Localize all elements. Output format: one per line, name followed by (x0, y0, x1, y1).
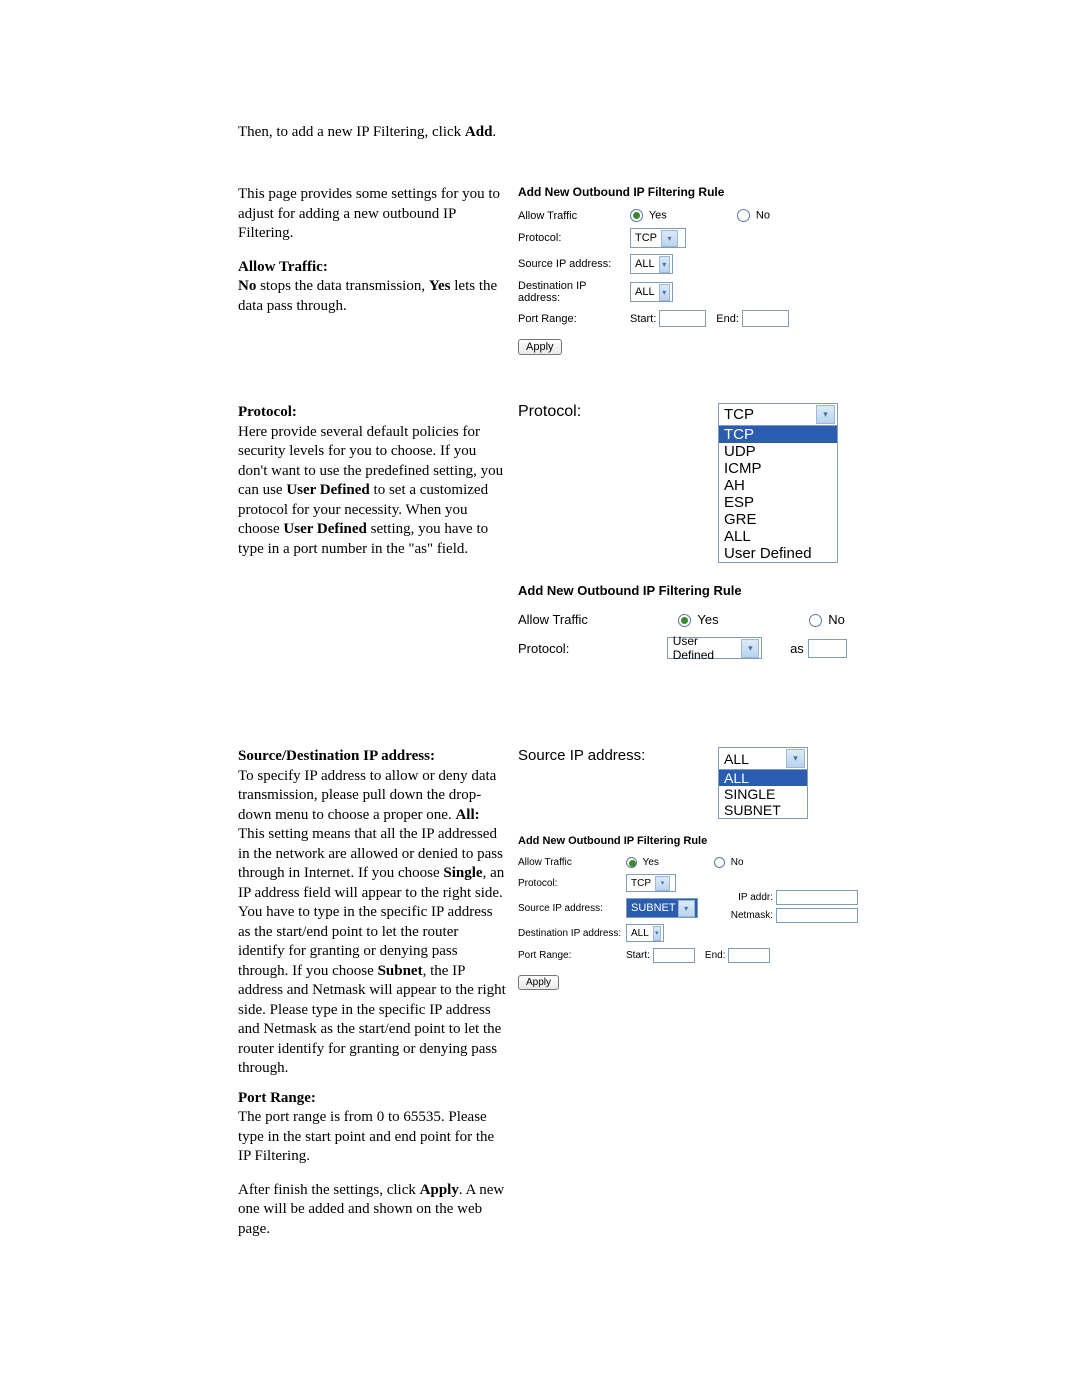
panel2-radio-yes[interactable]: Yes (678, 612, 719, 627)
panel3-protocol-select[interactable]: TCP▾ (626, 874, 676, 892)
srcip-dropdown-open[interactable]: ALL ▾ ALL SINGLE SUBNET (718, 747, 808, 819)
panel-2: Add New Outbound IP Filtering Rule Allow… (518, 583, 847, 659)
panel3-end-input[interactable] (728, 948, 770, 963)
panel-3: Add New Outbound IP Filtering Rule Allow… (518, 835, 847, 990)
proto-option-userdef[interactable]: User Defined (719, 545, 837, 562)
panel2-title: Add New Outbound IP Filtering Rule (518, 583, 847, 598)
proto-option-icmp[interactable]: ICMP (719, 460, 837, 477)
panel1-src-select[interactable]: ALL▾ (630, 254, 673, 274)
panel3-port-label: Port Range: (518, 950, 626, 961)
panel3-ipaddr-label: IP addr: (728, 892, 773, 903)
panel3-dst-label: Destination IP address: (518, 928, 626, 939)
panel1-protocol-select[interactable]: TCP▾ (630, 228, 686, 248)
panel2-as-input[interactable] (808, 639, 847, 658)
chevron-down-icon: ▾ (786, 749, 805, 768)
panel1-protocol-label: Protocol: (518, 232, 630, 244)
proto-big-label: Protocol: (518, 403, 581, 421)
panel3-netmask-label: Netmask: (728, 910, 773, 921)
srcip-option-subnet[interactable]: SUBNET (719, 802, 807, 818)
panel2-as-label: as (790, 641, 804, 656)
chevron-down-icon: ▾ (655, 876, 670, 891)
panel-1-title: Add New Outbound IP Filtering Rule (518, 185, 847, 199)
intro-line-1: Then, to add a new IP Filtering, click A… (238, 124, 847, 141)
srcdst-heading: Source/Destination IP address: (238, 747, 508, 767)
chevron-down-icon: ▾ (653, 926, 661, 941)
panel2-allow-label: Allow Traffic (518, 612, 678, 627)
allow-traffic-heading: Allow Traffic: (238, 258, 508, 278)
panel-1: Add New Outbound IP Filtering Rule Allow… (518, 185, 847, 355)
panel3-src-label: Source IP address: (518, 903, 626, 914)
panel1-allow-label: Allow Traffic (518, 210, 630, 222)
protocol-body: Here provide several default policies fo… (238, 423, 508, 560)
chevron-down-icon: ▾ (659, 256, 670, 273)
panel3-allow-label: Allow Traffic (518, 857, 626, 868)
footer-body: After finish the settings, click Apply. … (238, 1181, 508, 1240)
srcip-big-label: Source IP address: (518, 747, 645, 764)
panel3-protocol-label: Protocol: (518, 878, 626, 889)
panel1-radio-no[interactable]: No (737, 209, 770, 222)
panel3-start-input[interactable] (653, 948, 695, 963)
panel3-ipaddr-input[interactable] (776, 890, 858, 905)
srcip-option-all[interactable]: ALL (719, 770, 807, 786)
panel1-port-label: Port Range: (518, 313, 630, 325)
chevron-down-icon: ▾ (659, 284, 670, 301)
srcip-option-single[interactable]: SINGLE (719, 786, 807, 802)
panel3-apply-button[interactable]: Apply (518, 975, 559, 990)
panel1-end-input[interactable] (742, 310, 789, 327)
panel1-dst-select[interactable]: ALL▾ (630, 282, 673, 302)
srcdst-body: To specify IP address to allow or deny d… (238, 767, 508, 1079)
portrange-heading: Port Range: (238, 1089, 508, 1109)
intro-line-2: This page provides some settings for you… (238, 185, 508, 244)
panel1-apply-button[interactable]: Apply (518, 339, 562, 355)
proto-option-udp[interactable]: UDP (719, 443, 837, 460)
panel3-radio-no[interactable]: No (714, 857, 744, 868)
proto-option-ah[interactable]: AH (719, 477, 837, 494)
protocol-dropdown-open[interactable]: TCP ▾ TCP UDP ICMP AH ESP GRE ALL User D… (718, 403, 838, 563)
chevron-down-icon: ▾ (741, 639, 759, 658)
panel3-title: Add New Outbound IP Filtering Rule (518, 835, 847, 847)
panel1-start-input[interactable] (659, 310, 706, 327)
proto-option-all[interactable]: ALL (719, 528, 837, 545)
panel2-protocol-select[interactable]: User Defined▾ (667, 637, 762, 659)
proto-option-tcp[interactable]: TCP (719, 426, 837, 443)
chevron-down-icon: ▾ (661, 230, 678, 247)
panel2-radio-no[interactable]: No (809, 612, 845, 627)
panel3-netmask-input[interactable] (776, 908, 858, 923)
panel1-src-label: Source IP address: (518, 258, 630, 270)
panel1-radio-yes[interactable]: Yes (630, 209, 667, 222)
panel2-protocol-label: Protocol: (518, 641, 667, 656)
panel3-radio-yes[interactable]: Yes (626, 857, 659, 868)
panel3-src-select[interactable]: SUBNET▾ (626, 898, 698, 918)
proto-option-esp[interactable]: ESP (719, 494, 837, 511)
chevron-down-icon: ▾ (678, 900, 695, 917)
chevron-down-icon: ▾ (816, 405, 835, 424)
panel1-dst-label: Destination IP address: (518, 280, 630, 304)
allow-traffic-body: No stops the data transmission, Yes lets… (238, 277, 508, 316)
protocol-heading: Protocol: (238, 403, 508, 423)
portrange-body: The port range is from 0 to 65535. Pleas… (238, 1108, 508, 1167)
panel3-dst-select[interactable]: ALL▾ (626, 924, 664, 942)
proto-option-gre[interactable]: GRE (719, 511, 837, 528)
